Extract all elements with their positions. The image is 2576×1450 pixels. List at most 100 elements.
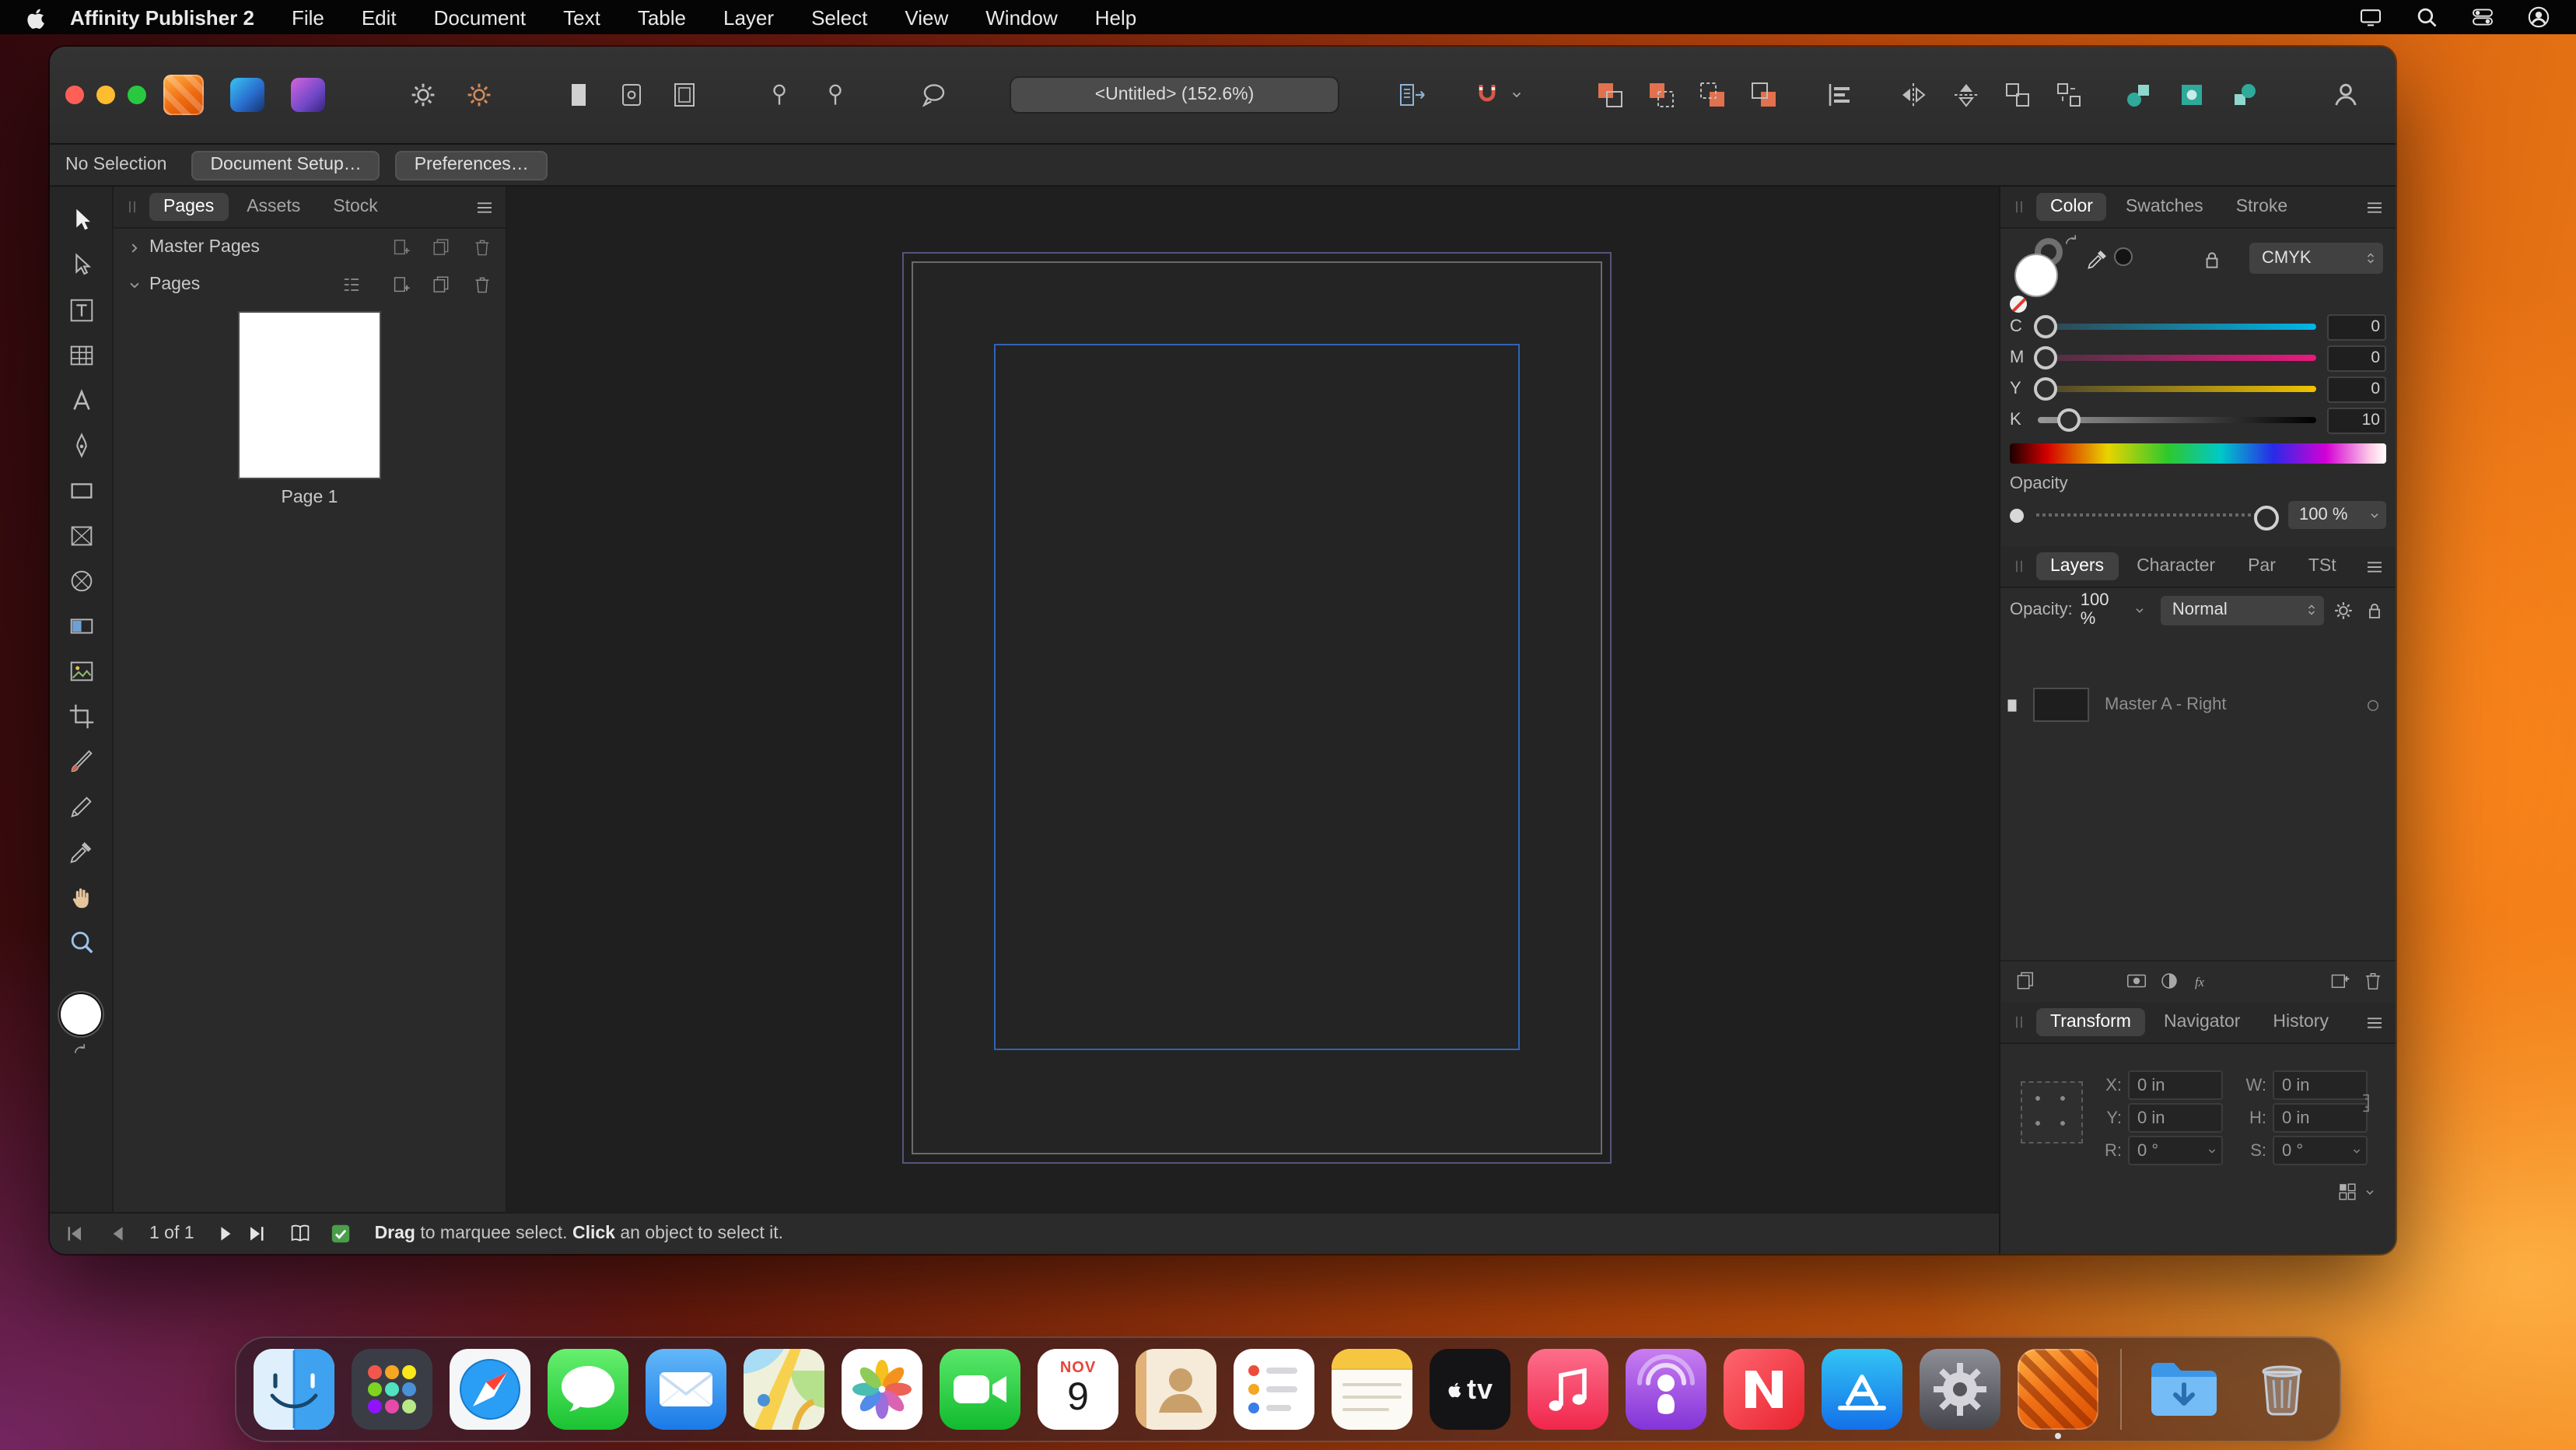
yellow-value[interactable]: 0 — [2327, 376, 2386, 402]
alignment-icon[interactable] — [1825, 79, 1856, 110]
layer-settings-icon[interactable] — [2332, 598, 2355, 622]
picture-frame-ellipse-tool[interactable] — [61, 560, 101, 601]
dock-contacts-icon[interactable] — [1136, 1349, 1216, 1430]
tab-color[interactable]: Color — [2036, 193, 2107, 221]
menu-text[interactable]: Text — [563, 5, 600, 29]
insert-behind-icon[interactable] — [2123, 79, 2154, 110]
search-icon[interactable] — [2414, 5, 2439, 30]
rotation-field[interactable]: 0 ° — [2128, 1136, 2223, 1165]
panel-menu-icon[interactable] — [2363, 1010, 2386, 1034]
magenta-value[interactable]: 0 — [2327, 345, 2386, 371]
margins-icon[interactable] — [669, 79, 700, 110]
menu-table[interactable]: Table — [638, 5, 686, 29]
move-tool[interactable] — [61, 199, 101, 240]
delete-page-icon[interactable] — [471, 274, 493, 296]
preferences-button[interactable]: Preferences… — [396, 150, 548, 180]
flip-vertical-icon[interactable] — [1951, 79, 1982, 110]
document-canvas[interactable] — [507, 187, 1999, 1212]
preflight-status-icon[interactable] — [328, 1221, 353, 1246]
layer-lock-icon[interactable] — [2363, 598, 2386, 622]
table-tool[interactable] — [61, 334, 101, 375]
adjustment-layer-icon[interactable] — [2158, 969, 2181, 993]
picture-frame-rectangle-tool[interactable] — [61, 515, 101, 555]
chevron-down-icon[interactable] — [126, 276, 143, 293]
magenta-slider-thumb[interactable] — [2035, 346, 2058, 370]
add-master-icon[interactable] — [390, 236, 412, 258]
menu-view[interactable]: View — [905, 5, 948, 29]
color-model-select[interactable]: CMYK — [2249, 243, 2383, 274]
tab-history[interactable]: History — [2259, 1008, 2343, 1036]
duplicate-master-icon[interactable] — [431, 236, 453, 258]
dock-apple-tv-icon[interactable]: tv — [1430, 1349, 1510, 1430]
account-icon[interactable] — [2330, 79, 2361, 110]
yellow-slider[interactable] — [2038, 386, 2316, 392]
dock-system-settings-icon[interactable] — [1920, 1349, 2000, 1430]
opacity-knob-icon[interactable] — [2010, 508, 2024, 522]
tab-navigator[interactable]: Navigator — [2150, 1008, 2254, 1036]
magenta-slider[interactable] — [2038, 355, 2316, 361]
dock-notes-icon[interactable] — [1332, 1349, 1412, 1430]
pen-tool[interactable] — [61, 425, 101, 465]
menu-select[interactable]: Select — [811, 5, 867, 29]
opacity-value-select[interactable]: 100 % — [2288, 501, 2386, 529]
photo-persona-icon[interactable] — [291, 78, 325, 112]
snapping-chevron-icon[interactable] — [1509, 87, 1524, 103]
dock-facetime-icon[interactable] — [940, 1349, 1020, 1430]
blend-mode-select[interactable]: Normal — [2161, 595, 2324, 625]
next-page-icon[interactable] — [213, 1221, 238, 1246]
gradient-tool[interactable] — [61, 605, 101, 646]
menu-file[interactable]: File — [292, 5, 324, 29]
dock-safari-icon[interactable] — [450, 1349, 530, 1430]
swap-colors-icon[interactable] — [2063, 232, 2081, 250]
colour-picker-tool[interactable] — [61, 831, 101, 871]
settings-gear-icon[interactable] — [408, 79, 439, 110]
menu-help[interactable]: Help — [1095, 5, 1137, 29]
link-dimensions-icon[interactable] — [2355, 1072, 2375, 1134]
dock-affinity-publisher-icon[interactable] — [2018, 1349, 2098, 1430]
menu-document[interactable]: Document — [434, 5, 527, 29]
tab-assets[interactable]: Assets — [233, 193, 314, 221]
tab-transform[interactable]: Transform — [2036, 1008, 2145, 1036]
panel-grip-icon[interactable] — [2010, 555, 2028, 577]
shear-field[interactable]: 0 ° — [2273, 1136, 2368, 1165]
dock-mail-icon[interactable] — [646, 1349, 726, 1430]
ungroup-icon[interactable] — [2053, 79, 2084, 110]
page-1-thumbnail[interactable] — [240, 313, 380, 478]
mask-layer-icon[interactable] — [2125, 969, 2148, 993]
layer-row-master-a[interactable]: Master A - Right — [2000, 685, 2396, 725]
node-tool[interactable] — [61, 244, 101, 285]
tab-stroke[interactable]: Stroke — [2222, 193, 2302, 221]
duplicate-layer-icon[interactable] — [2014, 969, 2038, 993]
flip-horizontal-icon[interactable] — [1898, 79, 1929, 110]
black-slider[interactable] — [2038, 417, 2316, 423]
minimize-button[interactable] — [96, 86, 115, 104]
layer-visibility-icon[interactable] — [2363, 695, 2383, 715]
vector-brush-tool[interactable] — [61, 741, 101, 781]
zoom-tool[interactable] — [61, 921, 101, 961]
no-fill-swatch[interactable] — [2010, 296, 2027, 313]
apple-menu-icon[interactable] — [25, 4, 48, 30]
document-setup-icon[interactable] — [616, 79, 647, 110]
black-slider-thumb[interactable] — [2056, 408, 2080, 432]
text-flow-icon[interactable] — [1397, 79, 1428, 110]
insert-on-top-icon[interactable] — [2229, 79, 2260, 110]
move-backward-icon[interactable] — [1697, 79, 1728, 110]
user-icon[interactable] — [2526, 5, 2551, 30]
opacity-slider[interactable] — [2036, 513, 2276, 517]
duplicate-page-icon[interactable] — [431, 274, 453, 296]
document-setup-button[interactable]: Document Setup… — [191, 150, 380, 180]
pencil-tool[interactable] — [61, 786, 101, 826]
panel-menu-icon[interactable] — [2363, 555, 2386, 578]
dock-trash-icon[interactable] — [2242, 1349, 2322, 1430]
page-1-surface[interactable] — [912, 261, 1602, 1154]
document-title[interactable]: <Untitled> (152.6%) — [1011, 78, 1338, 112]
control-center-icon[interactable] — [2470, 5, 2495, 30]
pin-alt-icon[interactable] — [821, 81, 849, 109]
panel-menu-icon[interactable] — [473, 195, 496, 219]
artistic-text-tool[interactable] — [61, 380, 101, 420]
menu-edit[interactable]: Edit — [362, 5, 397, 29]
layer-effects-icon[interactable]: fx — [2190, 969, 2214, 993]
menu-app-name[interactable]: Affinity Publisher 2 — [70, 5, 254, 29]
cyan-slider[interactable] — [2038, 324, 2316, 330]
menu-layer[interactable]: Layer — [723, 5, 774, 29]
